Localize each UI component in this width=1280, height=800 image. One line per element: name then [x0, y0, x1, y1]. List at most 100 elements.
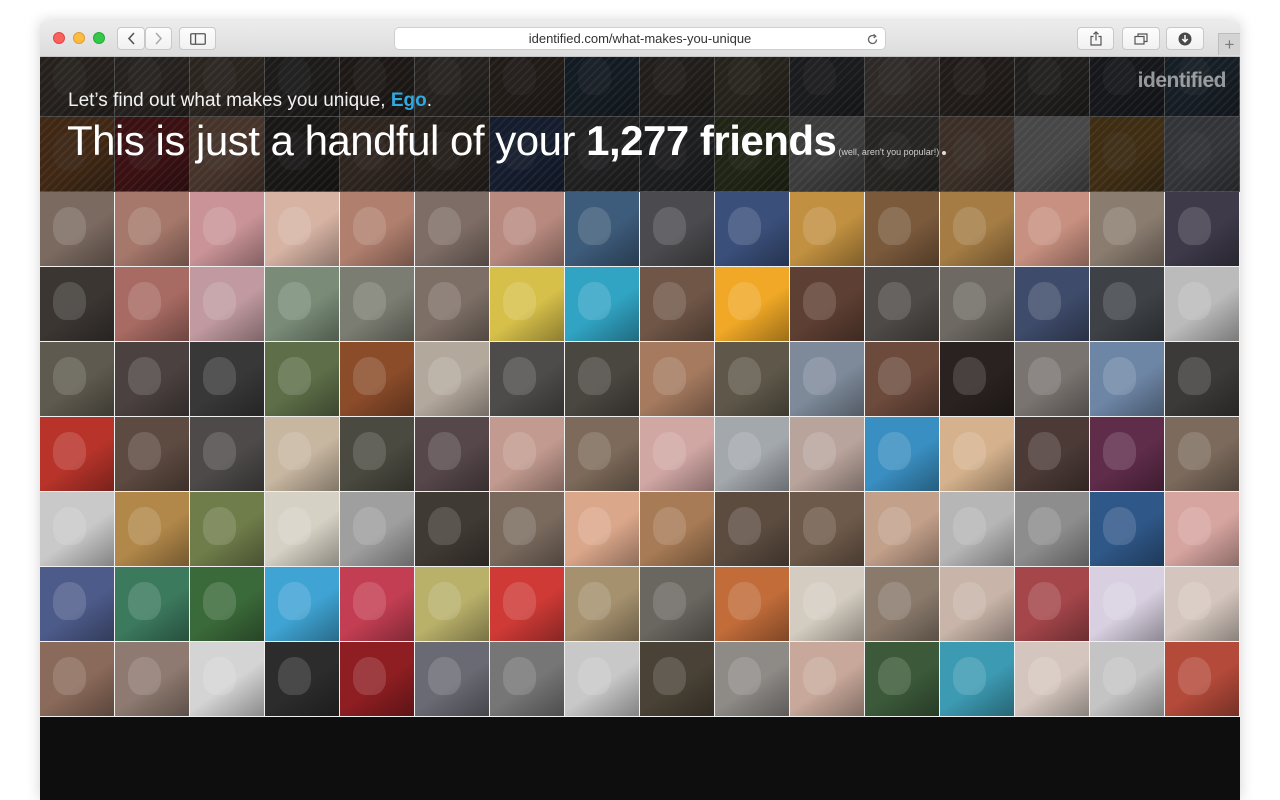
- friend-photo[interactable]: [490, 417, 565, 492]
- friend-photo[interactable]: [715, 342, 790, 417]
- friend-photo[interactable]: [490, 342, 565, 417]
- friend-photo[interactable]: [190, 417, 265, 492]
- friend-photo[interactable]: [490, 567, 565, 642]
- friend-photo[interactable]: [115, 567, 190, 642]
- reload-button[interactable]: [864, 31, 880, 47]
- friend-photo[interactable]: [265, 642, 340, 717]
- friend-photo[interactable]: [715, 567, 790, 642]
- friend-photo[interactable]: [415, 642, 490, 717]
- friend-photo[interactable]: [265, 492, 340, 567]
- friend-photo[interactable]: [1015, 492, 1090, 567]
- friend-photo[interactable]: [1090, 192, 1165, 267]
- friend-photo[interactable]: [790, 492, 865, 567]
- friend-photo[interactable]: [265, 267, 340, 342]
- friend-photo[interactable]: [715, 492, 790, 567]
- friend-photo[interactable]: [115, 417, 190, 492]
- friend-photo[interactable]: [415, 192, 490, 267]
- friend-photo[interactable]: [790, 567, 865, 642]
- friend-photo[interactable]: [715, 417, 790, 492]
- minimize-window-button[interactable]: [73, 32, 85, 44]
- friend-photo[interactable]: [1090, 492, 1165, 567]
- identified-logo[interactable]: identified: [1138, 69, 1227, 93]
- friend-photo[interactable]: [40, 192, 115, 267]
- friend-photo[interactable]: [940, 267, 1015, 342]
- friend-photo[interactable]: [415, 567, 490, 642]
- friend-photo[interactable]: [865, 267, 940, 342]
- friend-photo[interactable]: [940, 342, 1015, 417]
- friend-photo[interactable]: [40, 642, 115, 717]
- friend-photo[interactable]: [1165, 192, 1240, 267]
- friend-photo[interactable]: [1015, 192, 1090, 267]
- friend-photo[interactable]: [865, 417, 940, 492]
- friend-photo[interactable]: [415, 342, 490, 417]
- friend-photo[interactable]: [640, 192, 715, 267]
- friend-photo[interactable]: [940, 417, 1015, 492]
- back-button[interactable]: [117, 27, 145, 50]
- friend-photo[interactable]: [565, 417, 640, 492]
- friend-photo[interactable]: [940, 567, 1015, 642]
- friend-photo[interactable]: [940, 492, 1015, 567]
- friend-photo[interactable]: [790, 192, 865, 267]
- friend-photo[interactable]: [190, 342, 265, 417]
- friend-photo[interactable]: [190, 267, 265, 342]
- friend-photo[interactable]: [265, 417, 340, 492]
- friend-photo[interactable]: [565, 342, 640, 417]
- friend-photo[interactable]: [340, 267, 415, 342]
- show-tabs-button[interactable]: [1122, 27, 1160, 50]
- friend-photo[interactable]: [190, 192, 265, 267]
- friend-photo[interactable]: [565, 642, 640, 717]
- friend-photo[interactable]: [865, 342, 940, 417]
- close-window-button[interactable]: [53, 32, 65, 44]
- friend-photo[interactable]: [1090, 417, 1165, 492]
- friend-photo[interactable]: [865, 642, 940, 717]
- friend-photo[interactable]: [490, 267, 565, 342]
- friend-photo[interactable]: [40, 267, 115, 342]
- friend-photo[interactable]: [415, 267, 490, 342]
- friend-photo[interactable]: [115, 192, 190, 267]
- friend-photo[interactable]: [1015, 417, 1090, 492]
- friend-photo[interactable]: [640, 492, 715, 567]
- friend-photo[interactable]: [415, 417, 490, 492]
- friend-photo[interactable]: [40, 342, 115, 417]
- friend-photo[interactable]: [115, 642, 190, 717]
- friend-photo[interactable]: [1015, 642, 1090, 717]
- friend-photo[interactable]: [1090, 267, 1165, 342]
- friend-photo[interactable]: [790, 342, 865, 417]
- friend-photo[interactable]: [1015, 342, 1090, 417]
- friend-photo[interactable]: [1165, 417, 1240, 492]
- friend-photo[interactable]: [1015, 267, 1090, 342]
- friend-photo[interactable]: [790, 267, 865, 342]
- friend-photo[interactable]: [1165, 642, 1240, 717]
- friend-photo[interactable]: [340, 192, 415, 267]
- downloads-button[interactable]: [1166, 27, 1204, 50]
- friend-photo[interactable]: [190, 642, 265, 717]
- friend-photo[interactable]: [565, 567, 640, 642]
- friend-photo[interactable]: [640, 267, 715, 342]
- sidebar-button[interactable]: [179, 27, 216, 50]
- friend-photo[interactable]: [640, 342, 715, 417]
- friend-photo[interactable]: [1015, 567, 1090, 642]
- friend-photo[interactable]: [490, 642, 565, 717]
- friend-photo[interactable]: [190, 492, 265, 567]
- friend-photo[interactable]: [1165, 492, 1240, 567]
- friend-photo[interactable]: [340, 567, 415, 642]
- friend-photo[interactable]: [715, 267, 790, 342]
- friend-photo[interactable]: [865, 567, 940, 642]
- friend-photo[interactable]: [265, 342, 340, 417]
- friend-photo[interactable]: [265, 567, 340, 642]
- friend-photo[interactable]: [115, 267, 190, 342]
- friend-photo[interactable]: [715, 642, 790, 717]
- friend-photo[interactable]: [1090, 342, 1165, 417]
- zoom-window-button[interactable]: [93, 32, 105, 44]
- friend-photo[interactable]: [865, 192, 940, 267]
- friend-photo[interactable]: [490, 192, 565, 267]
- friend-photo[interactable]: [565, 267, 640, 342]
- friend-photo[interactable]: [1090, 567, 1165, 642]
- friend-photo[interactable]: [190, 567, 265, 642]
- friend-photo[interactable]: [565, 192, 640, 267]
- friend-photo[interactable]: [115, 492, 190, 567]
- address-bar[interactable]: identified.com/what-makes-you-unique: [394, 27, 886, 50]
- friend-photo[interactable]: [640, 567, 715, 642]
- friend-photo[interactable]: [1090, 642, 1165, 717]
- friend-photo[interactable]: [640, 642, 715, 717]
